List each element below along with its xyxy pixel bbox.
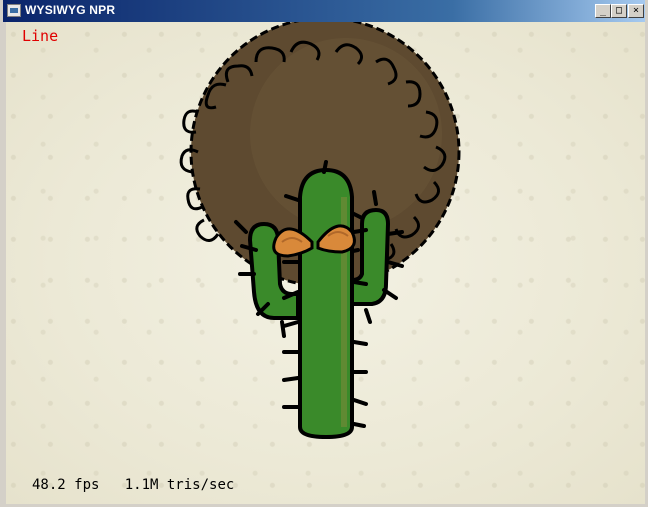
minimize-button[interactable]: _ <box>595 4 611 18</box>
render-viewport[interactable]: Line 48.2 fps 1.1M tris/sec <box>6 22 645 504</box>
close-button[interactable]: × <box>628 4 644 18</box>
title-bar[interactable]: WYSIWYG NPR _ □ × <box>3 0 645 22</box>
close-icon: × <box>632 5 640 16</box>
triangle-rate-readout: 1.1M tris/sec <box>124 477 235 493</box>
render-mode-label: Line <box>22 27 59 45</box>
maximize-icon: □ <box>615 5 623 16</box>
minimize-icon: _ <box>599 5 607 16</box>
app-window: WYSIWYG NPR _ □ × Line 48.2 fps 1.1M tri… <box>0 0 648 507</box>
window-title: WYSIWYG NPR <box>25 3 116 17</box>
app-window-icon[interactable] <box>7 4 21 17</box>
performance-stats: 48.2 fps 1.1M tris/sec <box>32 477 234 493</box>
maximize-button[interactable]: □ <box>611 4 627 18</box>
fps-readout: 48.2 fps <box>32 477 100 493</box>
cactus-render <box>179 22 461 439</box>
